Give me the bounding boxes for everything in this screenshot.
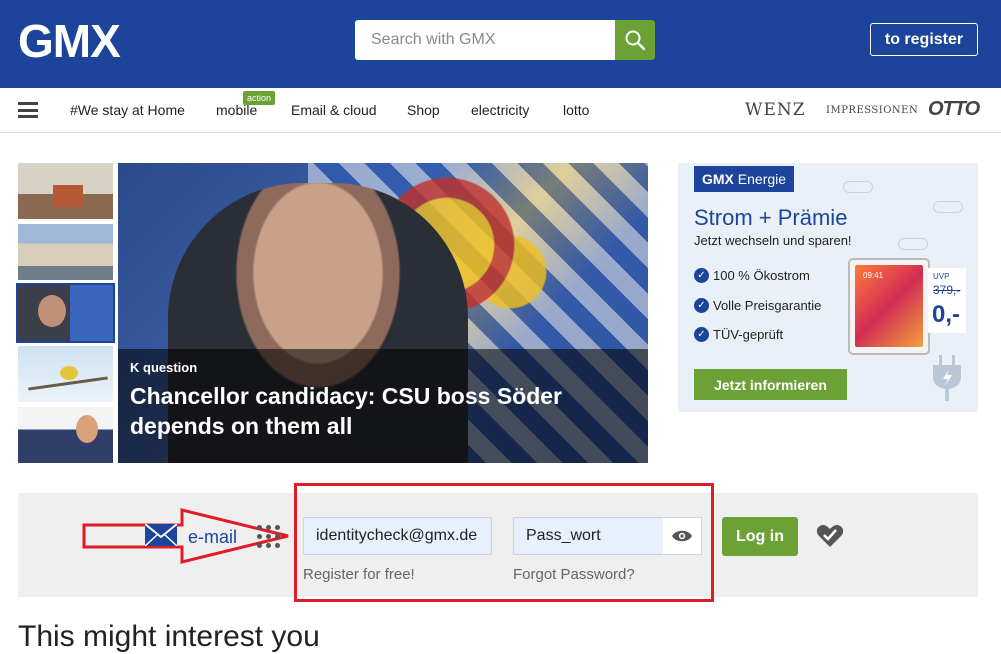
check-icon: ✓ [694,268,709,284]
ad-tag: GMX Energie [694,166,795,192]
action-badge: action [243,91,276,105]
hero-caption: K question Chancellor candidacy: CSU bos… [118,349,648,463]
ad-bullet: ✓ 100 % Ökostrom [694,261,821,291]
gmx-logo[interactable]: GMX [18,16,121,66]
hero-title[interactable]: Chancellor candidacy: CSU boss Söder dep… [130,381,630,441]
new-price: 0,- [932,301,961,328]
ad-bullet: ✓ TÜV-geprüft [694,320,821,350]
ad-bullets: ✓ 100 % Ökostrom ✓ Volle Preisgarantie ✓ TÜ… [694,261,821,350]
ad-bullet: ✓ Volle Preisgarantie [694,291,821,321]
thumbnail-fountain[interactable] [18,224,113,280]
ad-tag-brand: GMX [702,171,734,187]
nav-item-electricity[interactable]: electricity [471,102,529,118]
heart-check-icon[interactable] [816,522,844,550]
email-service-label[interactable]: e-mail [188,527,237,548]
thumbnail-bird[interactable] [18,346,113,402]
price-label: UVP [933,272,950,281]
check-icon: ✓ [694,327,709,343]
section-heading: This might interest you [18,620,320,653]
nav-item-stay-home[interactable]: #We stay at Home [70,102,185,118]
site-header: GMX to register [0,0,1001,88]
energy-ad[interactable]: GMX Energie Strom + Prämie Jetzt wechsel… [678,163,978,412]
search-bar [355,20,655,60]
hero-article[interactable]: K question Chancellor candidacy: CSU bos… [118,163,648,463]
ad-subtitle: Jetzt wechseln und sparen! [694,233,852,248]
search-input[interactable] [355,20,615,60]
thumbnail-soeder[interactable] [16,283,115,343]
main-nav: #We stay at Home mobile action Email & c… [0,88,1001,133]
register-button[interactable]: to register [870,23,978,56]
check-icon: ✓ [694,297,709,313]
thumbnail-room[interactable] [18,163,113,219]
search-icon [625,30,646,51]
nav-item-shop[interactable]: Shop [407,102,440,118]
menu-icon[interactable] [18,102,38,118]
envelope-icon [145,524,177,546]
price-tag: UVP 379,- 0,- [928,268,966,333]
tablet-image: 09:41 [848,258,930,355]
login-button[interactable]: Log in [722,517,798,556]
plug-icon [933,355,961,401]
red-highlight-box [294,483,714,602]
thumbnail-press[interactable] [18,407,113,463]
hero-kicker: K question [130,360,198,375]
brand-otto[interactable]: OTTO [928,98,980,121]
brand-wenz[interactable]: WENZ [745,100,806,120]
tablet-time: 09:41 [863,271,884,280]
services-grid-icon[interactable] [257,525,281,549]
old-price: 379,- [933,283,961,297]
ad-cta-button[interactable]: Jetzt informieren [694,369,847,400]
brand-impressionen[interactable]: IMPRESSIONEN [826,105,918,116]
nav-item-lotto[interactable]: lotto [563,102,589,118]
ad-tag-text: Energie [737,171,787,187]
nav-item-email-cloud[interactable]: Email & cloud [291,102,377,118]
ad-title: Strom + Prämie [694,205,848,230]
search-button[interactable] [615,20,655,60]
